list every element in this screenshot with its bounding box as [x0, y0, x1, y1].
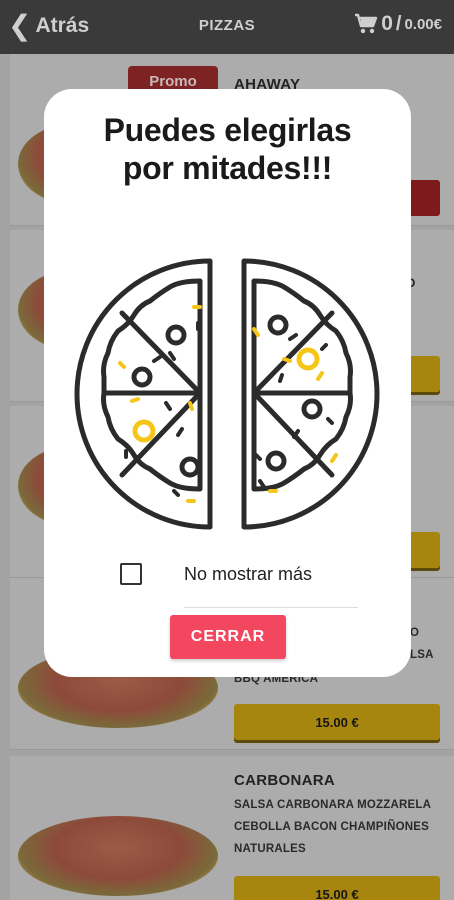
cart-icon — [355, 13, 378, 34]
item-desc-partial: LSA — [410, 649, 434, 661]
price-button[interactable] — [406, 532, 440, 568]
price-button[interactable] — [406, 356, 440, 392]
cart-count: 0 — [381, 12, 393, 35]
item-description: SALSA CARBONARA MOZZARELA CEBOLLA BACON … — [234, 799, 431, 855]
half-pizza-illustration — [74, 258, 380, 530]
price-button[interactable]: 15.00 € — [234, 876, 440, 900]
divider — [184, 607, 358, 608]
price-button[interactable]: 15.00 € — [234, 704, 440, 740]
modal-title-line-2: por mitades!!! — [122, 150, 333, 187]
cart-separator: / — [395, 12, 402, 35]
item-desc-partial: O — [410, 627, 420, 639]
dont-show-again-checkbox[interactable] — [120, 563, 142, 585]
pizza-image — [18, 816, 218, 900]
list-item[interactable]: CARBONARA SALSA CARBONARA MOZZARELA CEBO… — [10, 756, 454, 900]
modal-title: Puedes elegirlas por mitades!!! — [44, 111, 411, 188]
modal-title-line-1: Puedes elegirlas — [103, 112, 352, 148]
close-button[interactable]: CERRAR — [170, 615, 286, 659]
halves-modal: Puedes elegirlas por mitades!!! No mostr… — [44, 89, 411, 677]
cart-summary[interactable]: 0 / 0.00€ — [354, 12, 442, 36]
dont-show-again-label: No mostrar más — [184, 563, 313, 584]
top-bar: ❮ Atrás PIZZAS 0 / 0.00€ — [0, 0, 454, 54]
item-name: CARBONARA — [234, 772, 336, 789]
cart-total: 0.00€ — [404, 15, 442, 33]
dont-show-again-row[interactable]: No mostrar más — [120, 563, 312, 585]
